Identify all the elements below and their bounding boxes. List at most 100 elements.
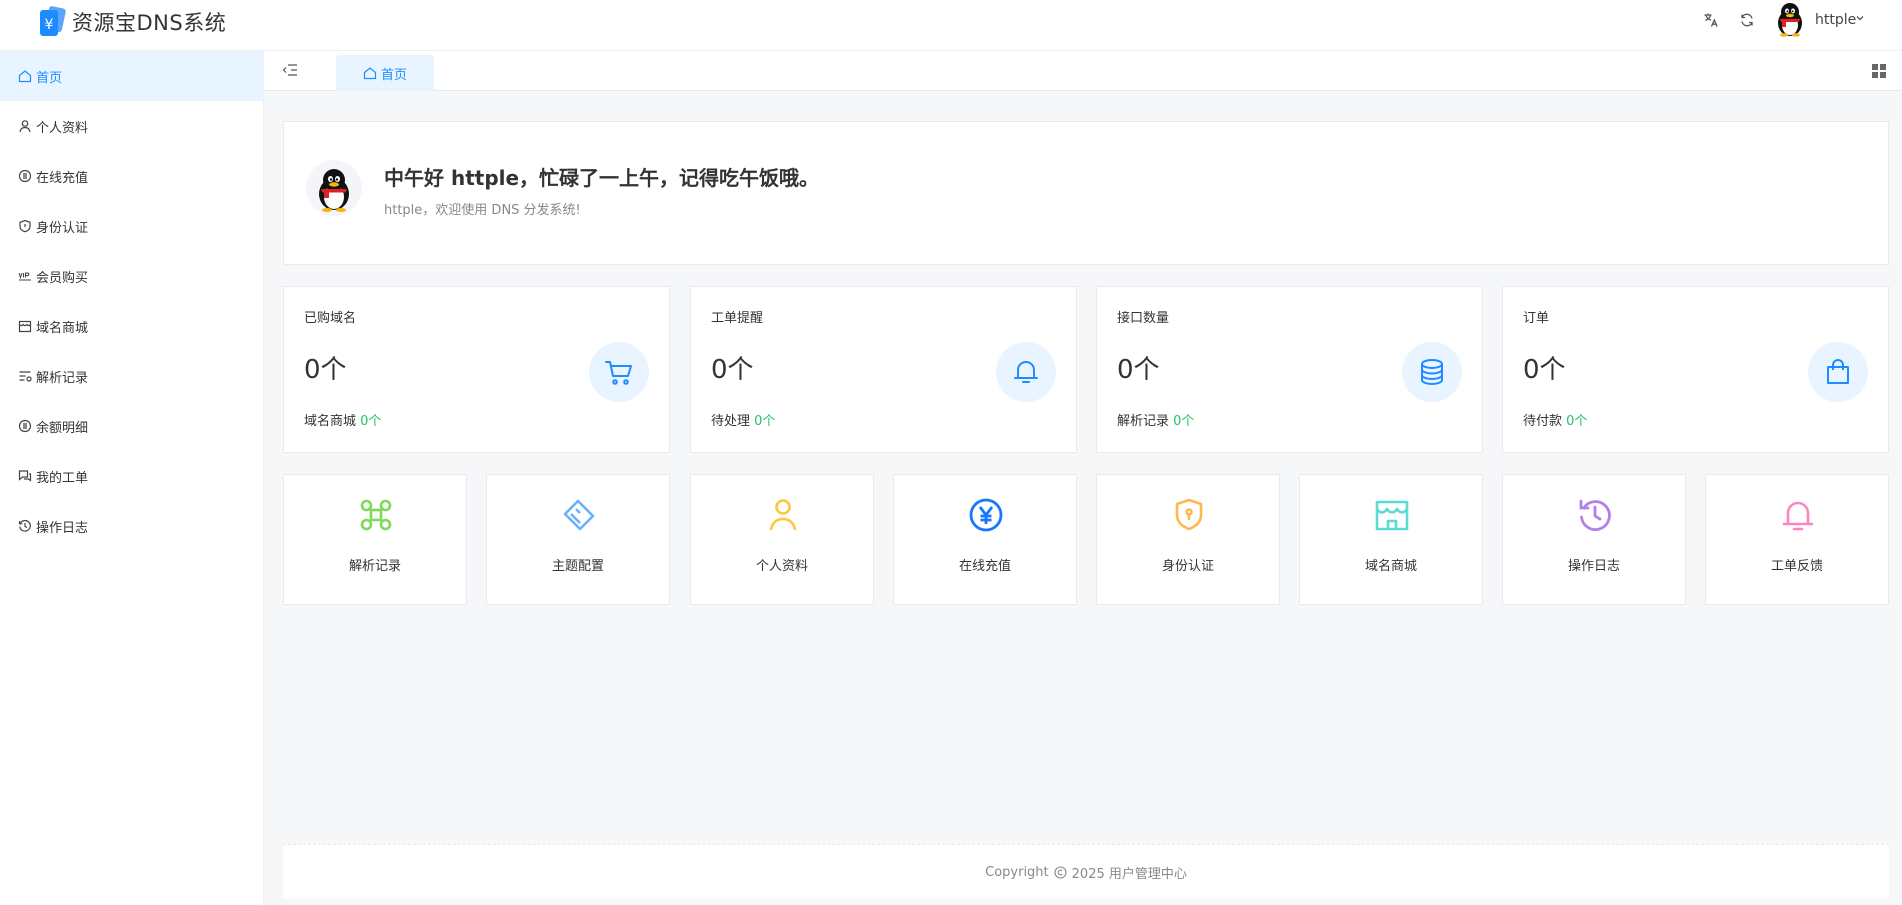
quick-link-label: 个人资料 [755,559,808,574]
stat-icon-circle [1402,342,1462,402]
quick-link-dns-records[interactable]: 解析记录 [283,474,467,605]
svg-text:¥: ¥ [45,17,54,33]
sidebar-item-label: 会员购买 [36,270,89,286]
sidebar-item-domain-store[interactable]: 域名商城 [0,301,263,351]
stat-footer-value: 0个 [1566,414,1588,429]
sidebar-item-label: 身份认证 [36,220,89,236]
stat-card-orders: 订单 0个 待付款 0个 [1502,286,1889,453]
stat-card-tickets: 工单提醒 0个 待处理 0个 [690,286,1077,453]
sidebar-item-logs[interactable]: 操作日志 [0,501,263,551]
sidebar-item-label: 我的工单 [36,470,89,486]
sidebar-item-label: 解析记录 [36,370,89,386]
sidebar-item-home[interactable]: 首页 [0,51,263,101]
sidebar-item-label: 首页 [36,70,63,86]
stat-footer: 解析记录 0个 [1117,410,1194,429]
sidebar-item-balance[interactable]: 余额明细 [0,401,263,451]
database-icon [1421,359,1443,386]
stat-value: 0个 [1523,355,1566,385]
stat-value: 0个 [711,355,754,385]
vip-icon [18,272,31,281]
sidebar-item-recharge[interactable]: 在线充值 [0,151,263,201]
menu-collapse-icon[interactable] [282,63,298,77]
refresh-icon[interactable] [1738,11,1756,29]
translate-icon[interactable] [1702,11,1720,29]
quick-link-theme[interactable]: 主题配置 [486,474,670,605]
quick-link-label: 工单反馈 [1770,559,1823,574]
quick-link-label: 在线充值 [958,559,1011,574]
stat-icon-circle [589,342,649,402]
stat-footer-label: 域名商城 [304,414,357,429]
shopping-bag-icon [1827,359,1849,384]
quick-link-label: 域名商城 [1364,559,1417,574]
quick-link-recharge[interactable]: 在线充值 [893,474,1077,605]
user-icon [769,499,797,531]
history-icon [18,519,31,532]
welcome-card: 中午好 httple，忙碌了一上午，记得吃午饭哦。 httple，欢迎使用 DN… [283,121,1889,265]
sidebar-item-vip[interactable]: 会员购买 [0,251,263,301]
stat-label: 接口数量 [1117,311,1170,326]
quick-link-verification[interactable]: 身份认证 [1096,474,1280,605]
app-logo[interactable]: ¥ 资源宝DNS系统 [38,6,226,38]
tab-label: 首页 [380,67,407,83]
sidebar-item-dns-records[interactable]: 解析记录 [0,351,263,401]
stat-value: 0个 [1117,355,1160,385]
quick-link-label: 解析记录 [348,559,401,574]
cart-icon [605,361,632,385]
list-icon [19,371,32,382]
bell-icon [1014,361,1038,383]
stat-footer: 域名商城 0个 [304,410,381,429]
shield-icon [1175,498,1203,531]
user-icon [19,120,31,133]
store-icon [18,320,32,333]
stat-label: 工单提醒 [711,311,764,326]
quick-link-domain-store[interactable]: 域名商城 [1299,474,1483,605]
command-icon [360,499,392,531]
copyright-text: Copyright 2025 用户管理中心 [985,863,1187,882]
stat-footer: 待处理 0个 [711,410,775,429]
stat-label: 订单 [1523,311,1550,326]
sidebar: 首页 个人资料 在线充值 身份认证 会员购买 域名商城 解析记录 余额明细 我的… [0,51,264,905]
stat-footer-label: 待处理 [711,414,751,429]
sidebar-item-label: 在线充值 [36,170,89,186]
username-label[interactable]: httple [1815,12,1856,28]
copyright-icon [1054,865,1067,879]
shield-icon [19,219,31,233]
quick-link-label: 主题配置 [551,559,604,574]
grid-icon[interactable] [1872,64,1886,78]
stat-icon-circle [1808,342,1868,402]
sidebar-item-label: 操作日志 [36,520,89,536]
tab-home[interactable]: 首页 [336,55,434,91]
sidebar-item-label: 余额明细 [36,420,89,436]
top-header: ¥ 资源宝DNS系统 httple [0,0,1902,51]
stat-icon-circle [996,342,1056,402]
sidebar-item-profile[interactable]: 个人资料 [0,101,263,151]
yen-coin-icon [969,498,1003,532]
sidebar-item-label: 个人资料 [36,120,89,136]
user-avatar [306,160,362,216]
footer: Copyright 2025 用户管理中心 [283,844,1889,899]
logo-icon: ¥ [40,6,66,36]
quick-link-logs[interactable]: 操作日志 [1502,474,1686,605]
copyright-suffix: 2025 用户管理中心 [1071,866,1187,882]
stat-footer: 待付款 0个 [1523,410,1587,429]
welcome-subtitle: httple，欢迎使用 DNS 分发系统! [384,203,581,218]
chat-icon [18,470,32,482]
stat-value: 0个 [304,355,347,385]
user-avatar[interactable] [1774,1,1806,37]
tab-bar: 首页 [264,51,1902,91]
stat-footer-label: 待付款 [1523,414,1563,429]
stat-card-domains: 已购域名 0个 域名商城 0个 [283,286,670,453]
quick-link-profile[interactable]: 个人资料 [690,474,874,605]
sidebar-item-verification[interactable]: 身份认证 [0,201,263,251]
home-icon [18,70,32,83]
quick-link-feedback[interactable]: 工单反馈 [1705,474,1889,605]
store-icon [1375,500,1409,531]
sidebar-item-tickets[interactable]: 我的工单 [0,451,263,501]
history-icon [1579,499,1611,531]
stat-footer-label: 解析记录 [1117,414,1170,429]
brush-icon [563,499,595,531]
sidebar-item-label: 域名商城 [36,320,89,336]
chevron-down-icon[interactable] [1855,13,1865,23]
quick-link-label: 操作日志 [1567,559,1620,574]
stat-label: 已购域名 [304,311,357,326]
